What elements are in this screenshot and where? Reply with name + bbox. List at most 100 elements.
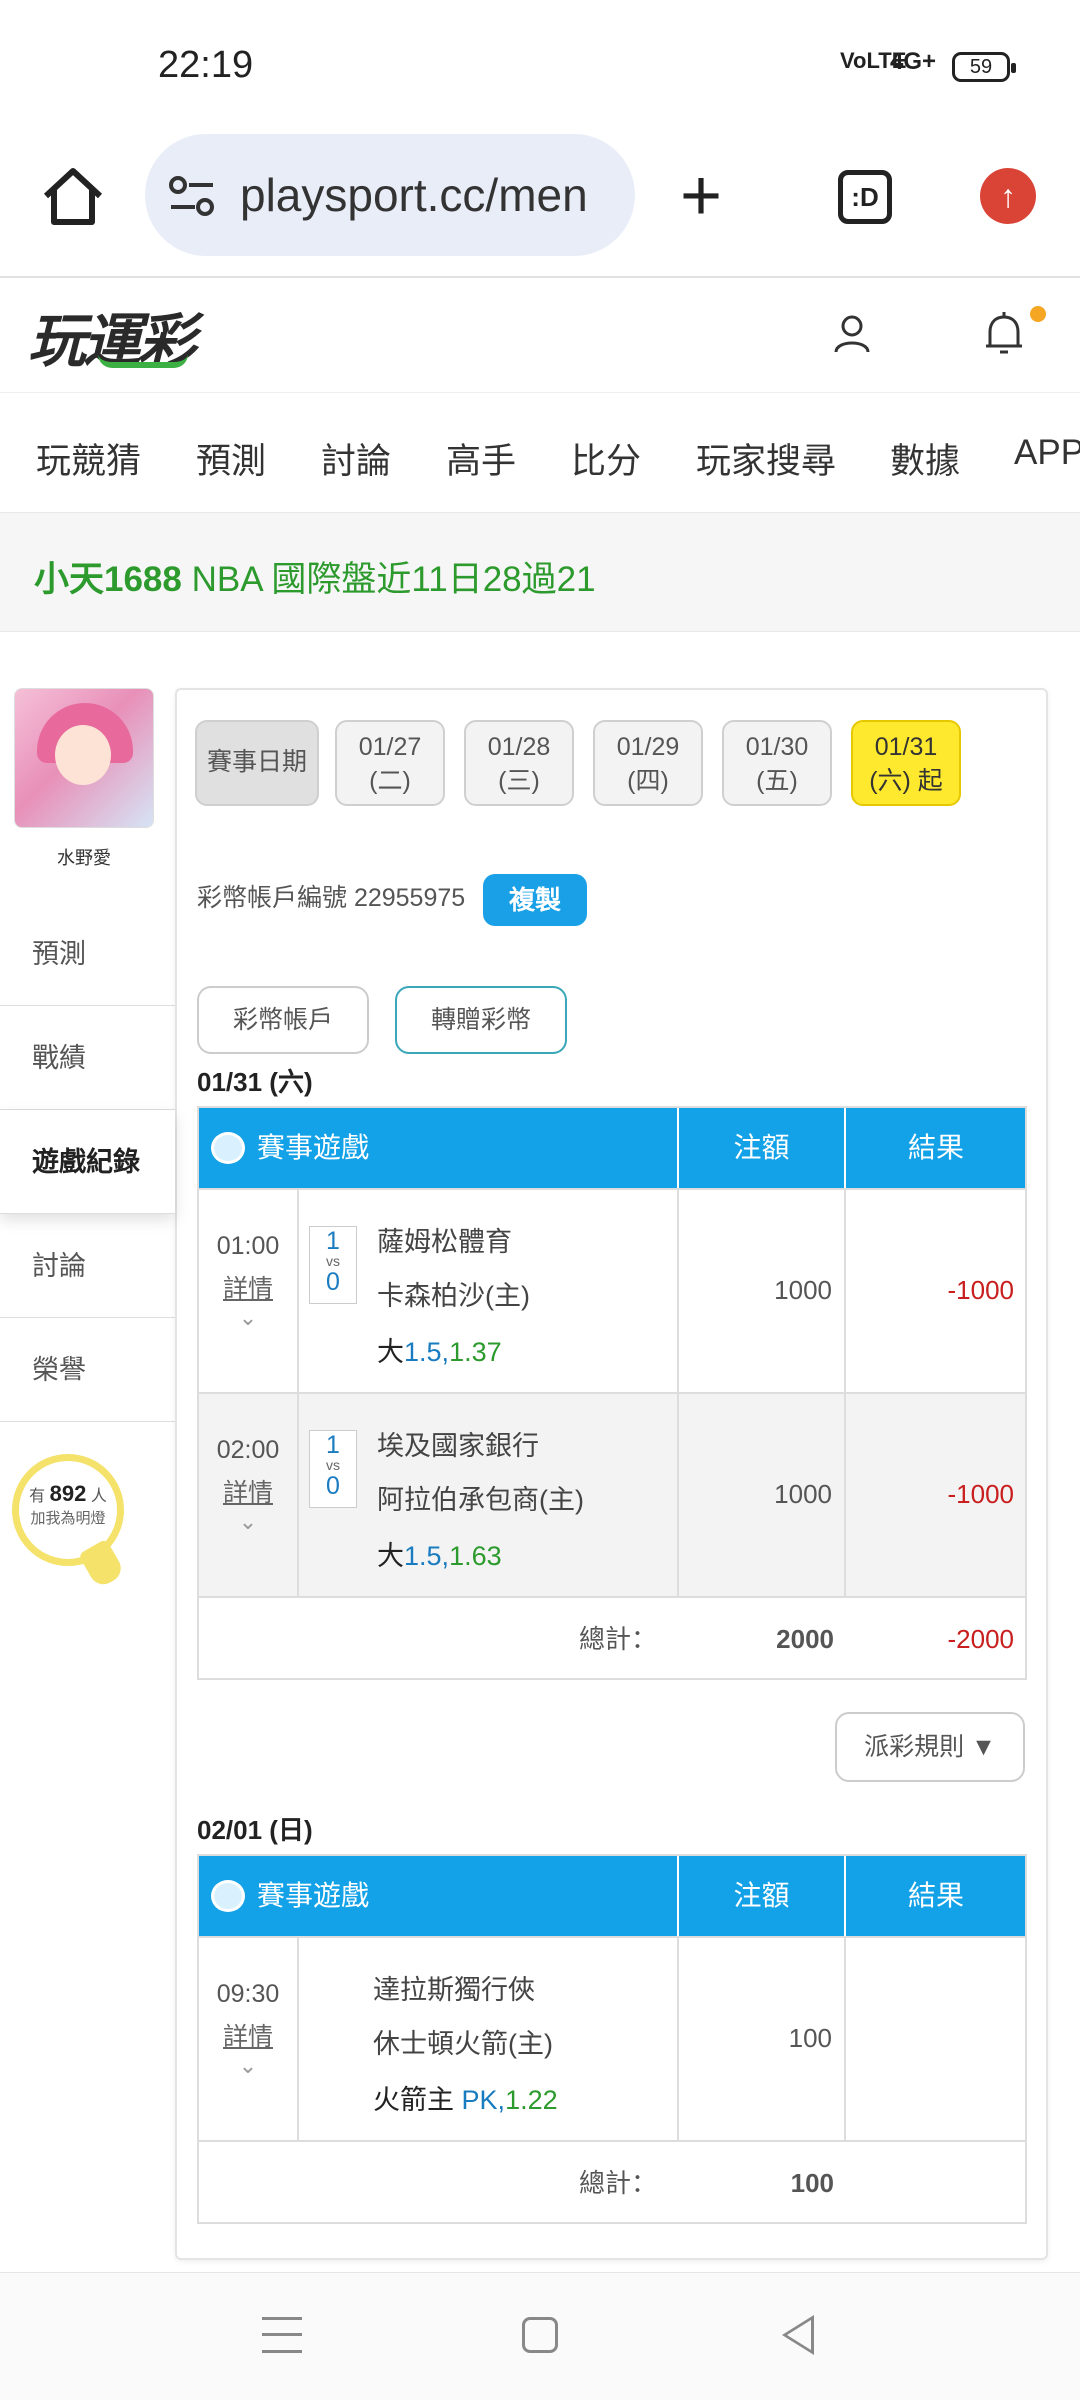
nav-tab-experts[interactable]: 高手 <box>446 433 516 484</box>
pick-line: 1.5 <box>404 1541 442 1571</box>
time-cell: 09:30 詳情 ⌄ <box>199 1938 299 2140</box>
total-label: 總計： <box>579 1624 658 1654</box>
day-text: (二) <box>369 767 411 795</box>
bell-icon[interactable] <box>980 308 1028 360</box>
browser-toolbar: playsport.cc/men + :D ↑ <box>0 130 1080 278</box>
transfer-coins-button[interactable]: 轉贈彩幣 <box>395 986 567 1054</box>
pick-odds: 1.22 <box>505 2085 558 2115</box>
table-header: 賽事遊戲 注額 結果 <box>199 1856 1025 1936</box>
site-logo[interactable]: 玩運彩 <box>28 294 196 378</box>
home-icon[interactable] <box>38 162 108 232</box>
announcement-banner[interactable]: 小天1688 NBA 國際盤近11日28過21 <box>0 512 1080 638</box>
total-amount: 2000 <box>776 1624 834 1654</box>
nav-tab-scores[interactable]: 比分 <box>571 433 641 484</box>
notification-dot <box>1030 306 1046 322</box>
sidebar-item-discuss[interactable]: 討論 <box>0 1214 175 1318</box>
avatar[interactable] <box>14 688 154 828</box>
header-amount: 注額 <box>679 1108 846 1188</box>
score-away: 0 <box>326 1268 340 1296</box>
payout-rules-dropdown[interactable]: 派彩規則 ▼ <box>835 1712 1025 1782</box>
back-icon[interactable] <box>782 2315 814 2355</box>
url-bar[interactable]: playsport.cc/men <box>145 134 635 256</box>
detail-link[interactable]: 詳情 <box>199 2017 297 2053</box>
nav-tab-discuss[interactable]: 討論 <box>321 433 391 484</box>
game-table-0131: 賽事遊戲 注額 結果 01:00 詳情 ⌄ 1 vs 0 薩姆松體育 卡森柏沙(… <box>197 1106 1027 1680</box>
network-icon: 4G+ <box>890 48 937 75</box>
new-tab-icon[interactable]: + <box>680 160 722 232</box>
bet-amount: 1000 <box>679 1190 846 1392</box>
time-cell: 02:00 詳情 ⌄ <box>199 1394 299 1596</box>
update-icon[interactable]: ↑ <box>980 168 1036 224</box>
sidebar-item-predict[interactable]: 預測 <box>0 902 175 1006</box>
bet-result <box>846 1938 1026 2140</box>
team-home: 阿拉伯承包商(主) <box>377 1485 584 1515</box>
day-label-0201: 02/01 (日) <box>197 1815 313 1845</box>
score-box: 1 vs 0 <box>309 1430 357 1508</box>
day-text: (六) 起 <box>869 767 943 795</box>
score-home: 1 <box>326 1227 340 1255</box>
bulb-count: 892 <box>49 1481 87 1506</box>
game-table-0201: 賽事遊戲 注額 結果 09:30 詳情 ⌄ 達拉斯獨行俠 休士頓火箭(主) 火箭… <box>197 1854 1027 2224</box>
pick-type: 大 <box>377 1541 404 1571</box>
date-btn-0131[interactable]: 01/31 (六) 起 <box>851 720 961 806</box>
match-time: 09:30 <box>216 1980 280 2008</box>
match-cell: 1 vs 0 薩姆松體育 卡森柏沙(主) 大1.5,1.37 <box>299 1190 679 1392</box>
coin-account-button[interactable]: 彩幣帳戶 <box>197 986 369 1054</box>
sidebar-item-honors[interactable]: 榮譽 <box>0 1318 175 1422</box>
date-btn-0130[interactable]: 01/30 (五) <box>722 720 832 806</box>
copy-button[interactable]: 複製 <box>483 874 587 926</box>
header-game: 賽事遊戲 <box>199 1856 679 1936</box>
detail-link[interactable]: 詳情 <box>199 1473 297 1509</box>
tab-switcher-icon[interactable]: :D <box>838 170 892 224</box>
pick-line: PK <box>461 2085 498 2115</box>
date-btn-0128[interactable]: 01/28 (三) <box>464 720 574 806</box>
recent-apps-icon[interactable] <box>262 2317 302 2353</box>
bet-pick: 火箭主 PK,1.22 <box>373 2078 558 2117</box>
nav-tab-data[interactable]: 數據 <box>890 433 960 484</box>
url-text: playsport.cc/men <box>240 169 588 221</box>
bet-result: -1000 <box>947 1479 1015 1509</box>
pick-separator: , <box>497 2085 506 2115</box>
date-btn-0127[interactable]: 01/27 (二) <box>335 720 445 806</box>
user-icon[interactable] <box>828 310 876 358</box>
vs-label: vs <box>326 1457 340 1473</box>
table-total-row: 總計： 100 <box>199 2140 1025 2222</box>
nav-tab-guess[interactable]: 玩競猜 <box>36 433 141 484</box>
match-cell: 1 vs 0 埃及國家銀行 阿拉伯承包商(主) 大1.5,1.63 <box>299 1394 679 1596</box>
site-settings-icon[interactable] <box>169 174 215 218</box>
announcement-user: 小天1688 <box>34 560 182 599</box>
total-result: -2000 <box>947 1624 1015 1654</box>
sidebar-item-record[interactable]: 戰績 <box>0 1006 175 1110</box>
home-square-icon[interactable] <box>522 2317 558 2353</box>
date-text: 01/31 <box>874 733 938 761</box>
detail-link[interactable]: 詳情 <box>199 1269 297 1305</box>
day-text: (五) <box>756 767 798 795</box>
header-game: 賽事遊戲 <box>199 1108 679 1188</box>
match-time: 02:00 <box>216 1436 280 1464</box>
system-nav-bar <box>0 2272 1080 2400</box>
day-text: (三) <box>498 767 540 795</box>
nav-tab-app[interactable]: APP <box>1014 433 1080 473</box>
table-total-row: 總計： 2000 -2000 <box>199 1596 1025 1678</box>
total-amount: 100 <box>790 2168 834 2198</box>
sidebar-item-game-log[interactable]: 遊戲紀錄 <box>0 1110 175 1214</box>
profile-menu: 預測 戰績 遊戲紀錄 討論 榮譽 <box>0 902 175 1422</box>
bet-amount: 100 <box>679 1938 846 2140</box>
team-away: 薩姆松體育 <box>377 1227 512 1257</box>
chevron-down-icon[interactable]: ⌄ <box>199 1509 297 1535</box>
date-text: 01/27 <box>358 733 422 761</box>
chevron-down-icon[interactable]: ⌄ <box>199 2053 297 2079</box>
bulb-prefix: 有 <box>29 1488 46 1505</box>
score-away: 0 <box>326 1472 340 1500</box>
pick-separator: , <box>441 1337 450 1367</box>
game-log-card: 賽事日期 01/27 (二) 01/28 (三) 01/29 (四) 01/30… <box>175 688 1048 2260</box>
nav-tab-predict[interactable]: 預測 <box>196 433 266 484</box>
announcement-text: 小天1688 NBA 國際盤近11日28過21 <box>34 551 596 602</box>
team-away: 埃及國家銀行 <box>377 1431 539 1461</box>
date-btn-0129[interactable]: 01/29 (四) <box>593 720 703 806</box>
date-text: 01/28 <box>487 733 551 761</box>
nav-tab-player-search[interactable]: 玩家搜尋 <box>696 433 836 484</box>
chevron-down-icon[interactable]: ⌄ <box>199 1305 297 1331</box>
status-time: 22:19 <box>158 44 254 86</box>
pick-separator: , <box>441 1541 450 1571</box>
